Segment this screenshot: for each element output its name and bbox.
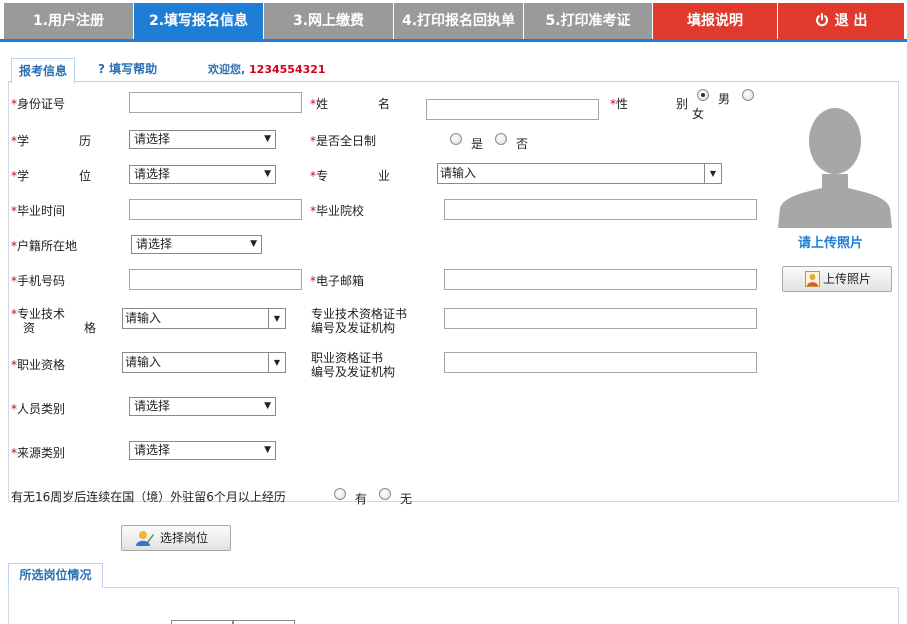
edit-user-icon: [136, 531, 154, 546]
abroad-label: 有无16周岁后连续在国（境）外驻留6个月以上经历: [11, 490, 286, 504]
abroad-no-label: 无: [400, 492, 413, 506]
dropdown-arrow-icon: ▼: [264, 445, 271, 455]
avatar-silhouette-icon: [778, 108, 892, 228]
source-type-select[interactable]: 请选择 ▼: [129, 441, 276, 460]
step-bar: 1.用户注册 2.填写报名信息 3.网上缴费 4.打印报名回执单 5.打印准考证…: [0, 0, 907, 40]
dropdown-arrow-icon: ▼: [250, 239, 257, 249]
fulltime-label: *是否全日制: [310, 134, 377, 148]
degree-select[interactable]: 请选择 ▼: [129, 165, 276, 184]
bottom-button-edge: [233, 620, 295, 624]
step-register[interactable]: 1.用户注册: [4, 3, 133, 39]
abroad-no-radio[interactable]: [379, 488, 391, 500]
gender-label-start: *性: [610, 97, 629, 111]
education-label: *学历: [11, 134, 91, 148]
bottom-button-edge: [171, 620, 233, 624]
job-qual-combobox[interactable]: 请输入 ▼: [122, 352, 286, 373]
dropdown-arrow-icon: ▼: [264, 134, 271, 144]
step-print-admission[interactable]: 5.打印准考证: [524, 3, 652, 39]
logout-button[interactable]: 退 出: [778, 3, 904, 39]
abroad-yes-label: 有: [355, 492, 368, 506]
source-type-label: *来源类别: [11, 446, 66, 460]
step-payment[interactable]: 3.网上缴费: [264, 3, 393, 39]
grad-time-label: *毕业时间: [11, 204, 66, 218]
person-type-label: *人员类别: [11, 402, 66, 416]
household-label: *户籍所在地: [11, 239, 78, 253]
id-card-label: *身份证号: [11, 97, 66, 111]
fulltime-no-label: 否: [516, 137, 529, 151]
step-bar-underline: [0, 39, 907, 42]
welcome-text: 欢迎您, 1234554321: [208, 63, 326, 76]
job-qual-label: *职业资格: [11, 358, 66, 372]
fulltime-yes-label: 是: [471, 137, 484, 151]
household-select[interactable]: 请选择 ▼: [131, 235, 262, 254]
tab-exam-info[interactable]: 报考信息: [11, 58, 75, 84]
major-combobox[interactable]: 请输入 ▼: [437, 163, 722, 184]
gender-label-end: 别: [676, 97, 689, 111]
tech-cert-label-line2: 编号及发证机构: [311, 321, 396, 335]
step-fill-info[interactable]: 2.填写报名信息: [134, 3, 263, 39]
tech-qual-label-line2: 资格: [23, 321, 96, 335]
tab-selected-posts[interactable]: 所选岗位情况: [8, 563, 103, 588]
choose-post-button[interactable]: 选择岗位: [121, 525, 231, 551]
grad-school-input[interactable]: [444, 199, 757, 220]
fulltime-no-radio[interactable]: [495, 133, 507, 145]
phone-input[interactable]: [129, 269, 302, 290]
education-select[interactable]: 请选择 ▼: [129, 130, 276, 149]
dropdown-arrow-icon[interactable]: ▼: [704, 164, 721, 183]
photo-placeholder: [778, 96, 892, 228]
question-icon: ?: [98, 62, 105, 76]
person-type-select[interactable]: 请选择 ▼: [129, 397, 276, 416]
grad-time-input[interactable]: [129, 199, 302, 220]
fill-instructions-button[interactable]: 填报说明: [653, 3, 777, 39]
dropdown-arrow-icon: ▼: [264, 169, 271, 179]
name-input[interactable]: [426, 99, 599, 120]
person-upload-icon: [805, 271, 820, 287]
tab-row: 报考信息 ? 填写帮助 欢迎您, 1234554321: [8, 56, 899, 84]
degree-label: *学位: [11, 169, 91, 183]
gender-female-label: 女: [692, 107, 705, 121]
job-cert-input[interactable]: [444, 352, 757, 373]
gender-male-label: 男: [718, 92, 731, 106]
upload-photo-button[interactable]: 上传照片: [782, 266, 892, 292]
tech-cert-input[interactable]: [444, 308, 757, 329]
name-label: *姓名: [310, 97, 390, 111]
gender-male-radio[interactable]: [697, 89, 709, 101]
email-input[interactable]: [444, 269, 757, 290]
grad-school-label: *毕业院校: [310, 204, 365, 218]
abroad-yes-radio[interactable]: [334, 488, 346, 500]
upload-photo-title: 请上传照片: [798, 236, 864, 251]
dropdown-arrow-icon: ▼: [264, 401, 271, 411]
selected-posts-panel: [8, 587, 899, 624]
fulltime-yes-radio[interactable]: [450, 133, 462, 145]
job-cert-label-line2: 编号及发证机构: [311, 365, 396, 379]
dropdown-arrow-icon[interactable]: ▼: [268, 353, 285, 372]
email-label: *电子邮箱: [310, 274, 365, 288]
major-label: *专业: [310, 169, 390, 183]
dropdown-arrow-icon[interactable]: ▼: [268, 309, 285, 328]
step-print-receipt[interactable]: 4.打印报名回执单: [394, 3, 523, 39]
power-icon: [815, 13, 828, 27]
phone-label: *手机号码: [11, 274, 66, 288]
id-card-input[interactable]: [129, 92, 302, 113]
gender-female-radio[interactable]: [742, 89, 754, 101]
user-id: 1234554321: [249, 63, 326, 76]
tech-qual-combobox[interactable]: 请输入 ▼: [122, 308, 286, 329]
tab-help[interactable]: ? 填写帮助: [98, 60, 157, 77]
